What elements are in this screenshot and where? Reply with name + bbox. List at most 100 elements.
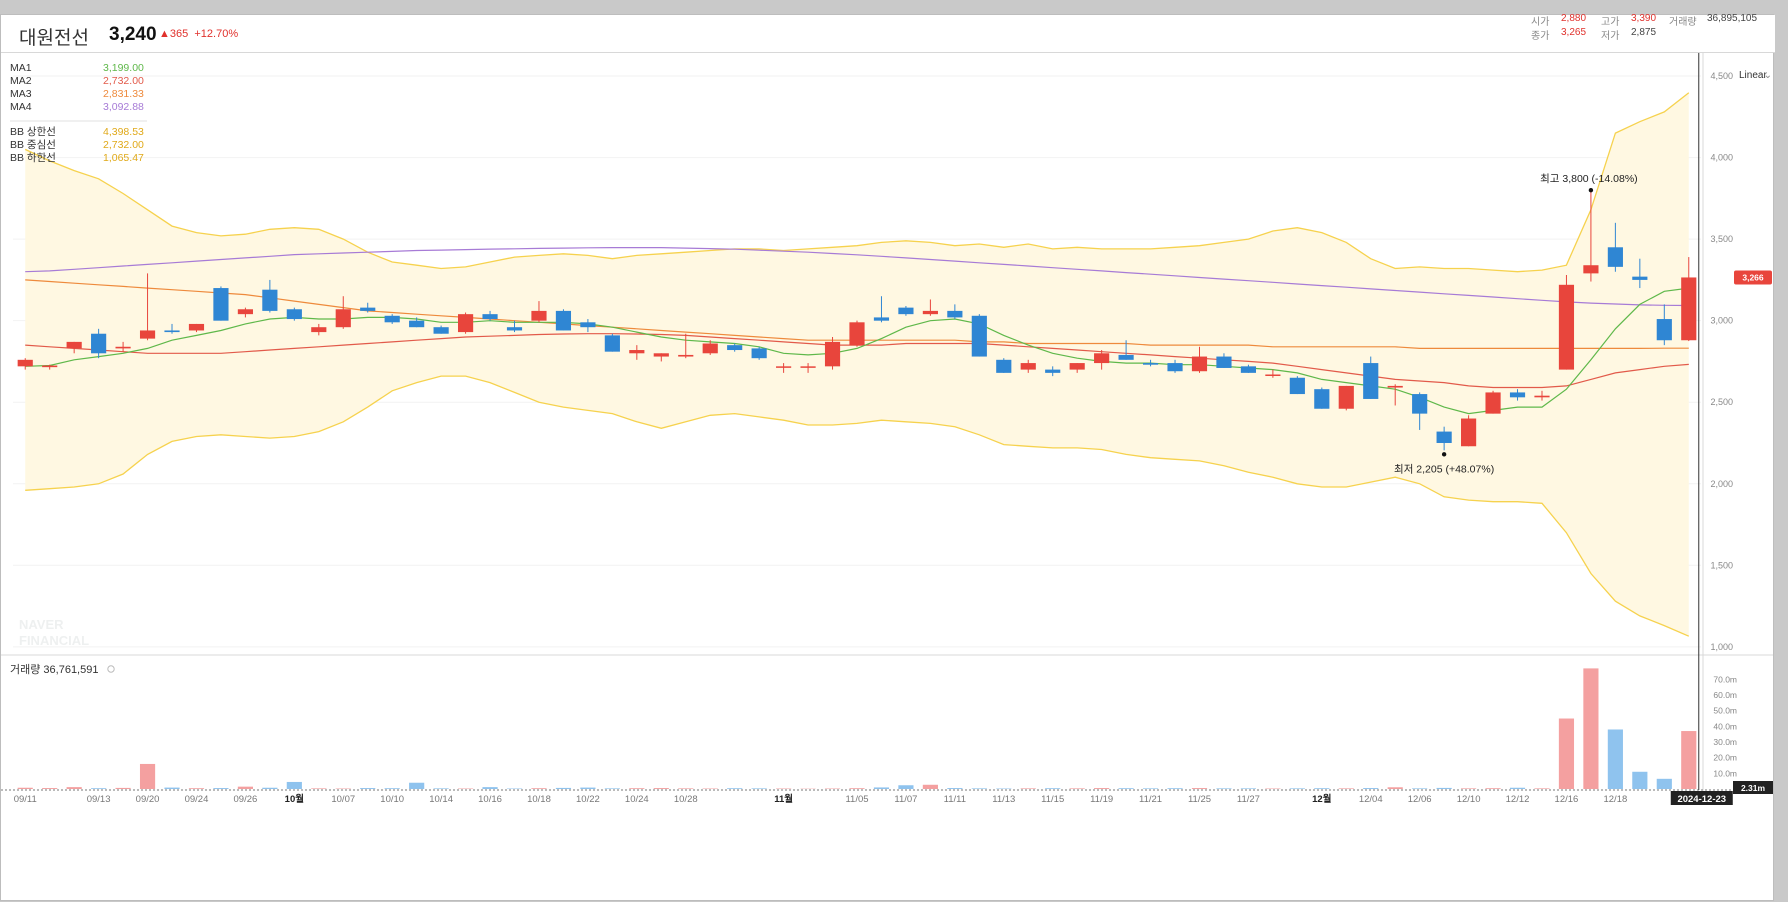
candle-body[interactable] (1094, 353, 1109, 363)
volume-bar (140, 764, 155, 789)
x-tick-label: 09/11 (14, 794, 37, 805)
candle-body[interactable] (164, 330, 179, 332)
volume-bar (898, 785, 913, 789)
candle-body[interactable] (580, 322, 595, 327)
candle-body[interactable] (556, 311, 571, 331)
candle-body[interactable] (800, 366, 815, 368)
candle-body[interactable] (1021, 363, 1036, 370)
candle-body[interactable] (629, 350, 644, 353)
candle-body[interactable] (336, 309, 351, 327)
candle-body[interactable] (434, 327, 449, 334)
candle-body[interactable] (678, 355, 693, 357)
x-tick-label: 11/27 (1237, 794, 1260, 805)
candle-body[interactable] (1437, 432, 1452, 443)
candle-body[interactable] (507, 327, 522, 330)
close-icon[interactable] (108, 666, 114, 672)
x-tick-label: 12/06 (1408, 794, 1432, 805)
candle-body[interactable] (972, 316, 987, 357)
candle-body[interactable] (703, 344, 718, 354)
candle-body[interactable] (409, 321, 424, 328)
candle-body[interactable] (1290, 378, 1305, 394)
candle-body[interactable] (91, 334, 106, 354)
volume-bar (1119, 788, 1134, 789)
volume-bar (629, 788, 644, 789)
candle-body[interactable] (385, 316, 400, 323)
candle-body[interactable] (262, 290, 277, 311)
candle-body[interactable] (1559, 285, 1574, 370)
candle-body[interactable] (1192, 357, 1207, 372)
candle-body[interactable] (311, 327, 326, 332)
candle-body[interactable] (752, 348, 767, 358)
candle-body[interactable] (213, 288, 228, 321)
candle-body[interactable] (1608, 247, 1623, 267)
volume-bar (727, 788, 742, 789)
candle-body[interactable] (531, 311, 546, 321)
x-tick-label: 10/10 (380, 794, 404, 805)
ma-legend-value: 2,732.00 (103, 75, 144, 87)
candle-body[interactable] (1045, 370, 1060, 373)
x-tick-label: 12월 (1312, 793, 1331, 805)
candle-body[interactable] (654, 353, 669, 356)
candle-body[interactable] (1314, 389, 1329, 409)
bb-legend-label: BB 중심선 (10, 139, 56, 151)
ma-legend-label: MA3 (10, 88, 32, 100)
price-chart[interactable]: 1,0001,5002,0002,5003,0003,5004,0004,500… (1, 53, 1773, 902)
candle-body[interactable] (849, 322, 864, 345)
x-tick-label: 10/07 (331, 794, 355, 805)
low-label: 저가 (1601, 27, 1619, 42)
candle-body[interactable] (360, 308, 375, 311)
candle-body[interactable] (1265, 374, 1280, 376)
close-label: 종가 (1531, 27, 1549, 42)
price-tick-label: 3,500 (1710, 234, 1733, 244)
candle-body[interactable] (1241, 366, 1256, 373)
candle-body[interactable] (1412, 394, 1427, 414)
candle-body[interactable] (947, 311, 962, 318)
x-tick-label: 11/15 (1041, 794, 1064, 805)
change-amount: 365 (170, 28, 188, 40)
candle-body[interactable] (42, 366, 57, 368)
candle-body[interactable] (923, 311, 938, 314)
candle-body[interactable] (1485, 392, 1500, 413)
candle-body[interactable] (287, 309, 302, 319)
candle-body[interactable] (18, 360, 33, 367)
candle-body[interactable] (1534, 396, 1549, 398)
x-tick-label: 10월 (285, 793, 304, 805)
candle-body[interactable] (1363, 363, 1378, 399)
candle-body[interactable] (116, 347, 131, 349)
candle-body[interactable] (996, 360, 1011, 373)
candle-body[interactable] (1657, 319, 1672, 340)
candle-body[interactable] (776, 366, 791, 368)
low-annotation: 최저 2,205 (+48.07%) (1394, 463, 1494, 475)
candle-body[interactable] (1632, 277, 1647, 280)
candle-body[interactable] (1681, 277, 1696, 340)
price-tick-label: 4,000 (1710, 153, 1733, 163)
candle-body[interactable] (605, 335, 620, 351)
candle-body[interactable] (482, 314, 497, 319)
candle-body[interactable] (189, 324, 204, 331)
candle-body[interactable] (1070, 363, 1085, 370)
candle-body[interactable] (1167, 363, 1182, 371)
candle-body[interactable] (238, 309, 253, 314)
volume-bar (1339, 788, 1354, 789)
high-value: 3,390 (1631, 13, 1656, 24)
candle-body[interactable] (898, 308, 913, 315)
candle-body[interactable] (1461, 419, 1476, 447)
candle-body[interactable] (1388, 386, 1403, 388)
candle-body[interactable] (1143, 363, 1158, 365)
candle-body[interactable] (874, 317, 889, 320)
change-percent: +12.70% (194, 28, 238, 40)
candle-body[interactable] (1119, 355, 1134, 360)
candle-body[interactable] (1510, 392, 1525, 397)
volume-bar (849, 788, 864, 789)
watermark-line2: FINANCIAL (19, 633, 89, 648)
watermark-line1: NAVER (19, 617, 64, 632)
candle-body[interactable] (1216, 357, 1231, 368)
candle-body[interactable] (825, 342, 840, 366)
candle-body[interactable] (1339, 386, 1354, 409)
x-tick-label: 11/25 (1188, 794, 1211, 805)
candle-body[interactable] (140, 330, 155, 338)
candle-body[interactable] (1583, 265, 1598, 273)
candle-body[interactable] (727, 345, 742, 350)
candle-body[interactable] (458, 314, 473, 332)
candle-body[interactable] (67, 342, 82, 349)
